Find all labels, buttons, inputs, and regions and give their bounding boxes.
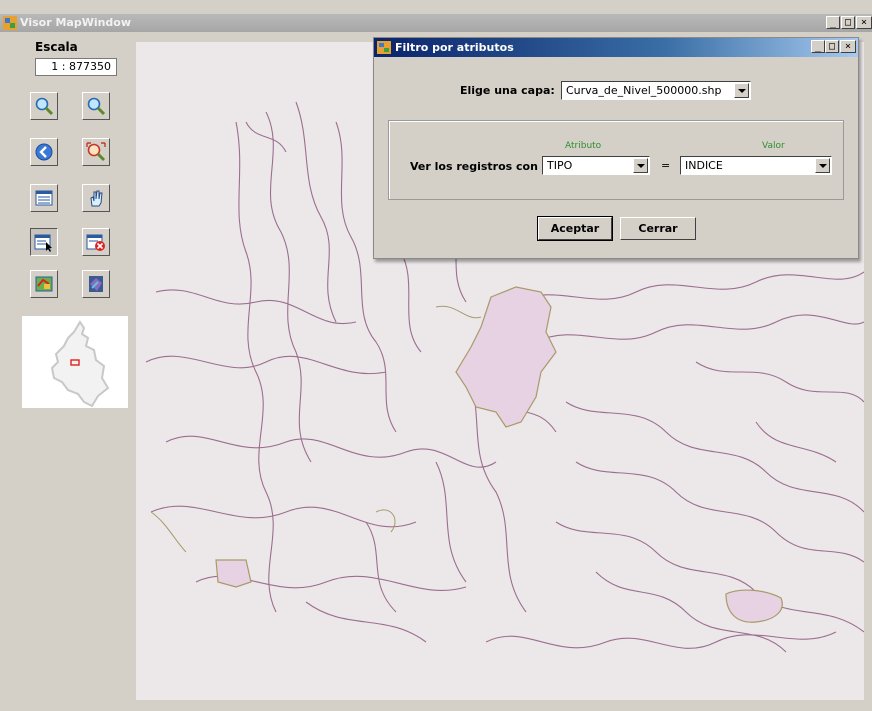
minimize-button[interactable]: _ — [826, 16, 840, 29]
export-map-icon — [89, 276, 103, 292]
scale-field[interactable]: 1 : 877350 — [35, 58, 117, 76]
country-outline-shape — [50, 320, 110, 408]
value-select-value: INDICE — [685, 159, 723, 172]
zoom-in-button[interactable] — [30, 92, 58, 120]
value-select[interactable]: INDICE — [680, 156, 832, 175]
chevron-down-icon[interactable] — [633, 158, 648, 173]
accept-button[interactable]: Aceptar — [537, 216, 613, 241]
maximize-button[interactable]: □ — [841, 16, 855, 29]
layer-refresh-icon — [35, 276, 53, 292]
layer-refresh-button[interactable] — [30, 270, 58, 298]
pan-button[interactable] — [82, 184, 110, 212]
overview-map[interactable] — [22, 316, 128, 408]
select-records-button[interactable] — [30, 228, 58, 256]
layer-select[interactable]: Curva_de_Nivel_500000.shp — [561, 81, 751, 100]
dialog-minimize-button[interactable]: _ — [811, 40, 825, 53]
value-header: Valor — [762, 141, 785, 151]
mapwindow-app-icon — [3, 16, 17, 30]
attribute-select[interactable]: TIPO — [542, 156, 650, 175]
scale-label: Escala — [35, 40, 78, 54]
zoom-extent-button[interactable] — [82, 138, 110, 166]
zoom-in-icon — [35, 97, 54, 116]
attribute-table-icon — [35, 190, 53, 206]
close-dialog-button[interactable]: Cerrar — [620, 217, 696, 240]
chevron-down-icon[interactable] — [815, 158, 830, 173]
clear-selection-icon — [86, 234, 105, 251]
select-records-icon — [34, 234, 52, 252]
close-button[interactable]: × — [856, 16, 872, 29]
previous-extent-button[interactable] — [30, 138, 58, 166]
dialog-titlebar: Filtro por atributos _ □ × — [374, 38, 858, 57]
dialog-close-button[interactable]: × — [840, 40, 856, 53]
pan-hand-icon — [90, 190, 103, 207]
zoom-out-icon — [87, 97, 106, 116]
zoom-extent-icon — [86, 142, 106, 162]
window-title: Visor MapWindow — [20, 16, 132, 29]
chevron-down-icon[interactable] — [734, 83, 749, 98]
dialog-title: Filtro por atributos — [395, 41, 514, 54]
attribute-header: Atributo — [565, 141, 602, 151]
dialog-maximize-button[interactable]: □ — [825, 40, 839, 53]
clear-selection-button[interactable] — [82, 228, 110, 256]
zoom-out-button[interactable] — [82, 92, 110, 120]
dialog-app-icon — [377, 41, 391, 54]
operator-label: = — [661, 159, 671, 172]
layer-label: Elige una capa: — [460, 84, 555, 97]
attribute-filter-dialog: Filtro por atributos _ □ × Elige una cap… — [373, 37, 859, 259]
main-titlebar: Visor MapWindow _ □ × — [0, 14, 872, 32]
export-map-button[interactable] — [82, 270, 110, 298]
layer-select-value: Curva_de_Nivel_500000.shp — [566, 84, 722, 97]
attribute-table-button[interactable] — [30, 184, 58, 212]
records-label: Ver los registros con — [410, 160, 538, 173]
attribute-select-value: TIPO — [547, 159, 573, 172]
previous-extent-icon — [35, 143, 53, 161]
